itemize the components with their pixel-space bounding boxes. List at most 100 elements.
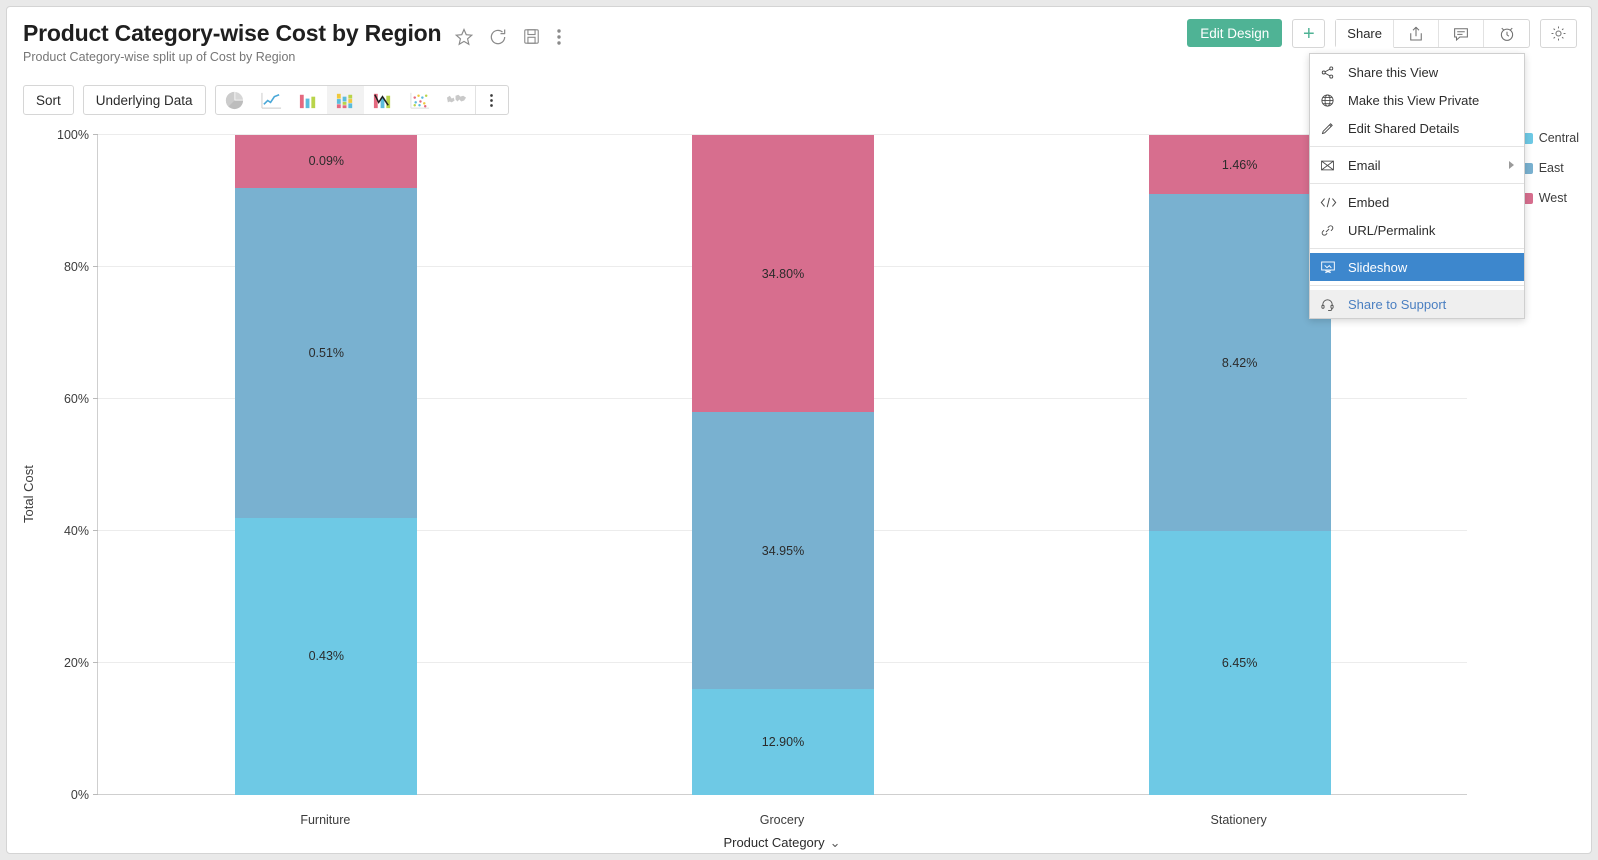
title-action-icons (454, 27, 562, 47)
share-menu-item-edit-shared-details[interactable]: Edit Shared Details (1310, 114, 1524, 142)
bar-segment[interactable]: 0.51% (235, 187, 418, 518)
save-icon[interactable] (522, 27, 542, 47)
page-subtitle: Product Category-wise split up of Cost b… (23, 50, 296, 64)
bar-segment[interactable]: 0.09% (235, 135, 418, 188)
sort-button[interactable]: Sort (23, 85, 74, 115)
share-menu-item-label: Embed (1348, 194, 1390, 210)
share-dropdown-menu: Share this View Make this View Private Edi… (1309, 53, 1525, 319)
pie-chart-icon[interactable] (216, 86, 253, 114)
bar-segment-label: 0.09% (308, 154, 345, 169)
share-menu-item-share-this-view[interactable]: Share this View (1310, 58, 1524, 86)
globe-icon (1320, 93, 1344, 108)
bar-segment-label: 0.43% (308, 649, 345, 664)
y-axis-tick-label: 0% (70, 788, 89, 802)
stacked-bar-chart-icon[interactable] (326, 86, 364, 114)
share-nodes-icon (1320, 65, 1344, 80)
share-menu-item-label: Slideshow (1348, 259, 1408, 275)
y-axis-tick-label: 80% (63, 260, 89, 274)
menu-separator (1310, 248, 1524, 249)
header-actions: Edit Design + Share (1187, 19, 1577, 48)
share-menu-item-embed[interactable]: Embed (1310, 188, 1524, 216)
page-title: Product Category-wise Cost by Region (23, 20, 442, 46)
bar-chart-icon[interactable] (290, 86, 327, 114)
share-tab-group: Share (1335, 19, 1530, 48)
code-icon (1320, 196, 1344, 209)
bar-segment[interactable]: 0.43% (235, 517, 418, 795)
bar-group: 6.45% 8.42% 1.46% (1148, 135, 1331, 795)
bar-segment-label: 6.45% (1221, 656, 1258, 670)
legend-label: West (1538, 191, 1567, 205)
y-axis-tick-mark (93, 794, 98, 795)
alarm-clock-icon[interactable] (1484, 20, 1529, 47)
combo-chart-icon[interactable] (364, 86, 401, 114)
y-axis-tick-label: 60% (63, 392, 89, 406)
edit-design-button[interactable]: Edit Design (1187, 19, 1283, 47)
share-menu-item-email[interactable]: Email (1310, 151, 1524, 179)
refresh-icon[interactable] (488, 27, 508, 47)
bar-segment-label: 1.46% (1221, 157, 1258, 172)
menu-separator (1310, 285, 1524, 286)
link-icon (1320, 223, 1344, 238)
more-options-icon[interactable] (556, 27, 562, 47)
share-menu-item-label: Share to Support (1348, 296, 1447, 312)
bar-segment[interactable]: 1.46% (1148, 135, 1331, 195)
analytics-view-window: Product Category-wise Cost by Region Pro… (6, 6, 1592, 854)
share-menu-item-share-to-support[interactable]: Share to Support (1310, 290, 1524, 318)
chart-toolbar: Sort Underlying Data (23, 85, 509, 115)
export-icon[interactable] (1394, 20, 1439, 47)
envelope-icon (1320, 158, 1344, 173)
x-axis-title[interactable]: Product Category ⌄ (97, 835, 1467, 851)
share-menu-item-slideshow[interactable]: Slideshow (1310, 253, 1524, 281)
bar-segment-label: 0.51% (308, 345, 345, 360)
share-menu-item-label: Make this View Private (1348, 92, 1480, 108)
plot-area: 0% 20% 40% 60% 80% 100% 0.43% 0.51% 0.09% 12.90% 3… (57, 128, 1467, 802)
share-tab[interactable]: Share (1336, 20, 1394, 48)
share-menu-item-make-this-view-private[interactable]: Make this View Private (1310, 86, 1524, 114)
comment-icon[interactable] (1439, 20, 1484, 47)
bar-segment-label: 34.80% (761, 266, 805, 281)
chevron-down-icon[interactable]: ⌄ (830, 835, 841, 851)
y-axis-tick-label: 100% (57, 128, 89, 142)
x-axis-title-label: Product Category (723, 835, 825, 850)
submenu-arrow-icon (1509, 161, 1514, 169)
bar-segment[interactable]: 34.80% (692, 135, 874, 413)
y-axis-tick-label: 40% (63, 524, 89, 538)
more-chart-types-icon[interactable] (476, 86, 508, 114)
legend-item[interactable]: Central (1521, 131, 1579, 145)
bar-segment[interactable]: 34.95% (692, 412, 874, 690)
pencil-icon (1320, 121, 1344, 136)
bar-segment[interactable]: 8.42% (1148, 194, 1331, 531)
headset-icon (1320, 297, 1344, 312)
gear-icon[interactable] (1540, 19, 1577, 48)
share-menu-item-label: Email (1348, 157, 1381, 173)
share-menu-item-label: Share this View (1348, 64, 1439, 80)
chart-type-switcher (214, 85, 509, 115)
title-block: Product Category-wise Cost by Region Pro… (23, 19, 442, 65)
x-axis-labels: Furniture Grocery Stationery (97, 813, 1467, 833)
bar-segment[interactable]: 6.45% (1148, 531, 1331, 795)
share-menu-item-url-permalink[interactable]: URL/Permalink (1310, 216, 1524, 244)
chart-legend: Central East West (1521, 131, 1579, 205)
share-menu-item-label: Edit Shared Details (1348, 120, 1460, 136)
map-chart-icon[interactable] (438, 86, 475, 114)
legend-label: East (1538, 161, 1564, 175)
y-axis-tick-mark (93, 662, 98, 663)
bar-group: 12.90% 34.95% 34.80% (692, 135, 874, 795)
line-chart-icon[interactable] (253, 86, 290, 114)
y-axis-title: Total Cost (21, 465, 36, 523)
scatter-chart-icon[interactable] (401, 86, 438, 114)
legend-item[interactable]: West (1521, 191, 1579, 205)
x-axis-tick-label: Grocery (759, 813, 805, 827)
slideshow-icon (1320, 259, 1344, 275)
bar-segment-label: 8.42% (1221, 355, 1258, 370)
legend-item[interactable]: East (1521, 161, 1579, 175)
y-axis-tick-mark (93, 134, 98, 135)
favorite-star-icon[interactable] (454, 27, 474, 47)
bar-segment[interactable]: 12.90% (692, 689, 874, 795)
y-axis-tick-mark (93, 266, 98, 267)
menu-separator (1310, 183, 1524, 184)
underlying-data-button[interactable]: Underlying Data (82, 85, 206, 115)
x-axis-tick-label: Stationery (1210, 813, 1267, 827)
add-button[interactable]: + (1292, 19, 1326, 48)
bar-segment-label: 34.95% (761, 543, 805, 558)
